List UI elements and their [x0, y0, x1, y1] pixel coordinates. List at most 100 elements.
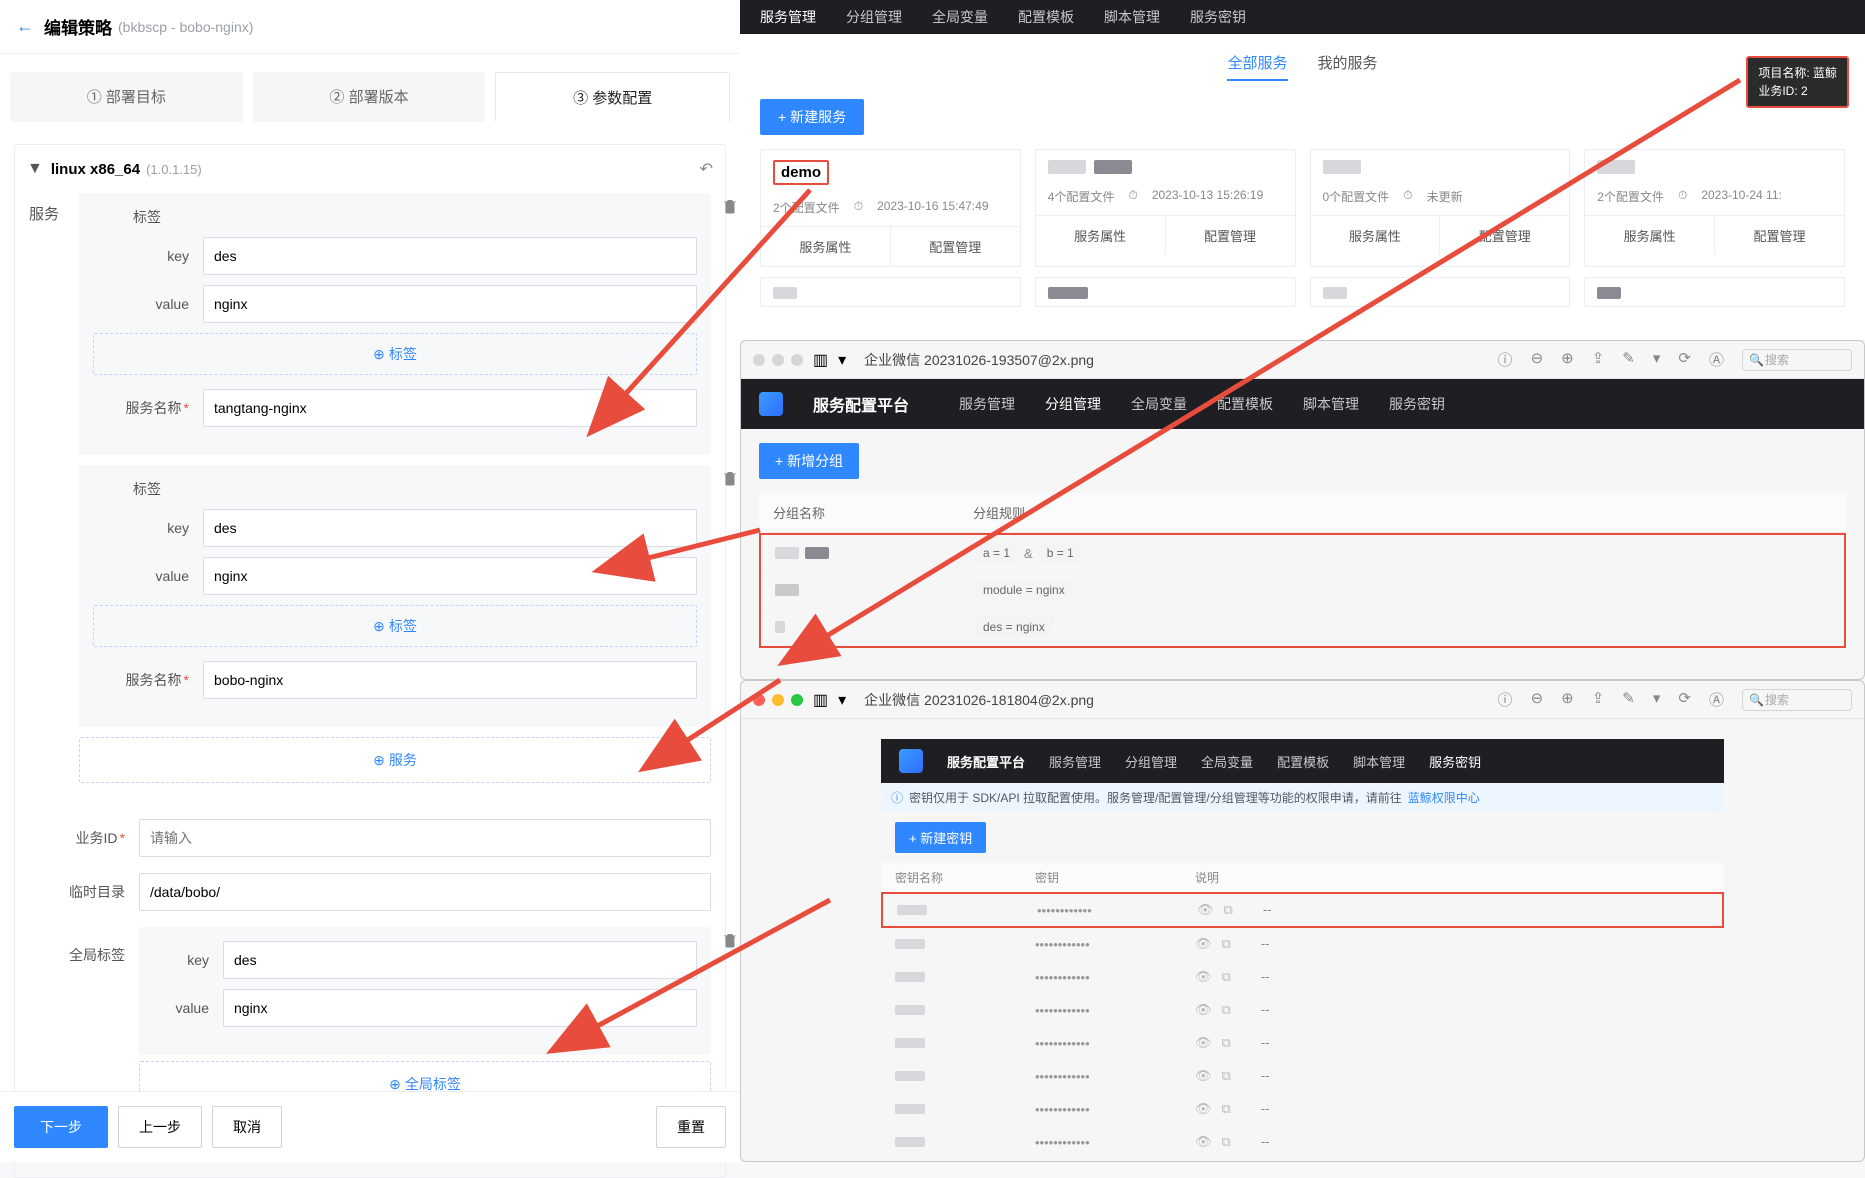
cancel-button[interactable]: 取消	[212, 1106, 282, 1148]
nav-item[interactable]: 服务管理	[959, 394, 1015, 414]
value-input[interactable]	[203, 557, 697, 595]
zoom-out-icon[interactable]: ⊖	[1531, 349, 1544, 371]
edit-icon[interactable]: ✎	[1622, 689, 1635, 711]
nav-item[interactable]: 配置模板	[1217, 394, 1273, 414]
service-card[interactable]: 2个配置文件⏱2023-10-24 11: 服务属性配置管理	[1584, 149, 1845, 267]
rotate-icon[interactable]: ⟳	[1678, 689, 1691, 711]
delete-icon[interactable]	[721, 469, 739, 492]
cfg-mgr-link[interactable]: 配置管理	[1165, 216, 1295, 255]
service-card[interactable]	[1035, 277, 1296, 307]
delete-icon[interactable]	[721, 197, 739, 220]
service-card[interactable]: 0个配置文件⏱未更新 服务属性配置管理	[1310, 149, 1571, 267]
service-card[interactable]	[1310, 277, 1571, 307]
secret-row[interactable]: ••••••••••••👁⧉--	[881, 961, 1724, 994]
finder-icon[interactable]: Ⓐ	[1709, 349, 1724, 371]
nav-item[interactable]: 脚本管理	[1303, 394, 1359, 414]
nav-item[interactable]: 全局变量	[1131, 394, 1187, 414]
next-button[interactable]: 下一步	[14, 1106, 108, 1148]
svc-attr-link[interactable]: 服务属性	[761, 227, 890, 266]
minimize-icon[interactable]	[772, 354, 784, 366]
nav-item[interactable]: 全局变量	[932, 7, 988, 27]
add-tag-button[interactable]: ⊕标签	[93, 605, 697, 647]
subtab-mine[interactable]: 我的服务	[1318, 52, 1378, 81]
group-row[interactable]: a = 1&b = 1	[761, 535, 1844, 572]
nav-item[interactable]: 分组管理	[846, 7, 902, 27]
share-icon[interactable]: ⇪	[1592, 349, 1605, 371]
sidebar-icon[interactable]: ▥	[813, 350, 828, 370]
tab-param-config[interactable]: ③ 参数配置	[495, 72, 730, 122]
group-row[interactable]: module = nginx	[761, 572, 1844, 609]
nav-item[interactable]: 脚本管理	[1104, 7, 1160, 27]
share-icon[interactable]: ⇪	[1592, 689, 1605, 711]
nav-item[interactable]: 全局变量	[1201, 752, 1253, 771]
perm-center-link[interactable]: 蓝鲸权限中心	[1408, 789, 1480, 806]
nav-item[interactable]: 服务密钥	[1389, 394, 1445, 414]
nav-item[interactable]: 脚本管理	[1353, 752, 1405, 771]
search-input[interactable]: 🔍搜索	[1742, 689, 1852, 711]
info-icon[interactable]: ⓘ	[1498, 349, 1513, 371]
search-input[interactable]: 🔍搜索	[1742, 349, 1852, 371]
zoom-out-icon[interactable]: ⊖	[1531, 689, 1544, 711]
service-card[interactable]: demo 2个配置文件⏱2023-10-16 15:47:49 服务属性配置管理	[760, 149, 1021, 267]
key-input[interactable]	[203, 509, 697, 547]
secret-row[interactable]: ••••••••••••👁⧉--	[881, 1093, 1724, 1126]
platform-header[interactable]: ▼ linux x86_64 (1.0.1.15) ↶	[15, 145, 725, 193]
temp-dir-input[interactable]	[139, 873, 711, 911]
key-input[interactable]	[203, 237, 697, 275]
rotate-icon[interactable]: ⟳	[1678, 349, 1691, 371]
sidebar-icon[interactable]: ▥	[813, 690, 828, 710]
new-key-button[interactable]: + 新建密钥	[895, 822, 986, 853]
nav-item[interactable]: 服务管理	[1049, 752, 1101, 771]
close-icon[interactable]	[753, 694, 765, 706]
tab-deploy-version[interactable]: ② 部署版本	[253, 72, 486, 122]
svc-attr-link[interactable]: 服务属性	[1311, 216, 1440, 255]
fullscreen-icon[interactable]	[791, 694, 803, 706]
service-card[interactable]: 4个配置文件⏱2023-10-13 15:26:19 服务属性配置管理	[1035, 149, 1296, 267]
zoom-in-icon[interactable]: ⊕	[1561, 349, 1574, 371]
svc-attr-link[interactable]: 服务属性	[1585, 216, 1714, 255]
nav-item[interactable]: 配置模板	[1018, 7, 1074, 27]
tab-deploy-target[interactable]: ① 部署目标	[10, 72, 243, 122]
svc-attr-link[interactable]: 服务属性	[1036, 216, 1165, 255]
secret-row[interactable]: ••••••••••••👁⧉--	[881, 1126, 1724, 1159]
minimize-icon[interactable]	[772, 694, 784, 706]
value-input[interactable]	[203, 285, 697, 323]
zoom-in-icon[interactable]: ⊕	[1561, 689, 1574, 711]
add-service-button[interactable]: ⊕服务	[79, 737, 711, 783]
service-card[interactable]	[760, 277, 1021, 307]
service-name-input[interactable]	[203, 389, 697, 427]
service-name-input[interactable]	[203, 661, 697, 699]
biz-id-input[interactable]	[139, 819, 711, 857]
cfg-mgr-link[interactable]: 配置管理	[1714, 216, 1844, 255]
nav-item[interactable]: 分组管理	[1045, 394, 1101, 414]
nav-item[interactable]: 服务密钥	[1190, 7, 1246, 27]
global-key-input[interactable]	[223, 941, 697, 979]
fullscreen-icon[interactable]	[791, 354, 803, 366]
prev-button[interactable]: 上一步	[118, 1106, 202, 1148]
service-card[interactable]	[1584, 277, 1845, 307]
subtab-all[interactable]: 全部服务	[1227, 52, 1287, 81]
secret-row[interactable]: ••••••••••••👁⧉--	[881, 892, 1724, 928]
group-row[interactable]: des = nginx	[761, 609, 1844, 646]
edit-icon[interactable]: ✎	[1622, 349, 1635, 371]
secret-row[interactable]: ••••••••••••👁⧉--	[881, 1027, 1724, 1060]
finder-icon[interactable]: Ⓐ	[1709, 689, 1724, 711]
add-tag-button[interactable]: ⊕标签	[93, 333, 697, 375]
cfg-mgr-link[interactable]: 配置管理	[1439, 216, 1569, 255]
close-icon[interactable]	[753, 354, 765, 366]
nav-item[interactable]: 服务管理	[760, 7, 816, 27]
delete-icon[interactable]	[721, 931, 739, 954]
global-value-input[interactable]	[223, 989, 697, 1027]
new-service-button[interactable]: + 新建服务	[760, 99, 864, 135]
secret-row[interactable]: ••••••••••••👁⧉--	[881, 928, 1724, 961]
secret-row[interactable]: ••••••••••••👁⧉--	[881, 994, 1724, 1027]
new-group-button[interactable]: + 新增分组	[759, 443, 859, 479]
nav-item[interactable]: 分组管理	[1125, 752, 1177, 771]
reset-button[interactable]: 重置	[656, 1106, 726, 1148]
cfg-mgr-link[interactable]: 配置管理	[890, 227, 1020, 266]
nav-item[interactable]: 配置模板	[1277, 752, 1329, 771]
back-icon[interactable]: ←	[16, 16, 34, 37]
nav-item[interactable]: 服务密钥	[1429, 752, 1481, 771]
secret-row[interactable]: ••••••••••••👁⧉--	[881, 1060, 1724, 1093]
undo-icon[interactable]: ↶	[700, 159, 713, 179]
